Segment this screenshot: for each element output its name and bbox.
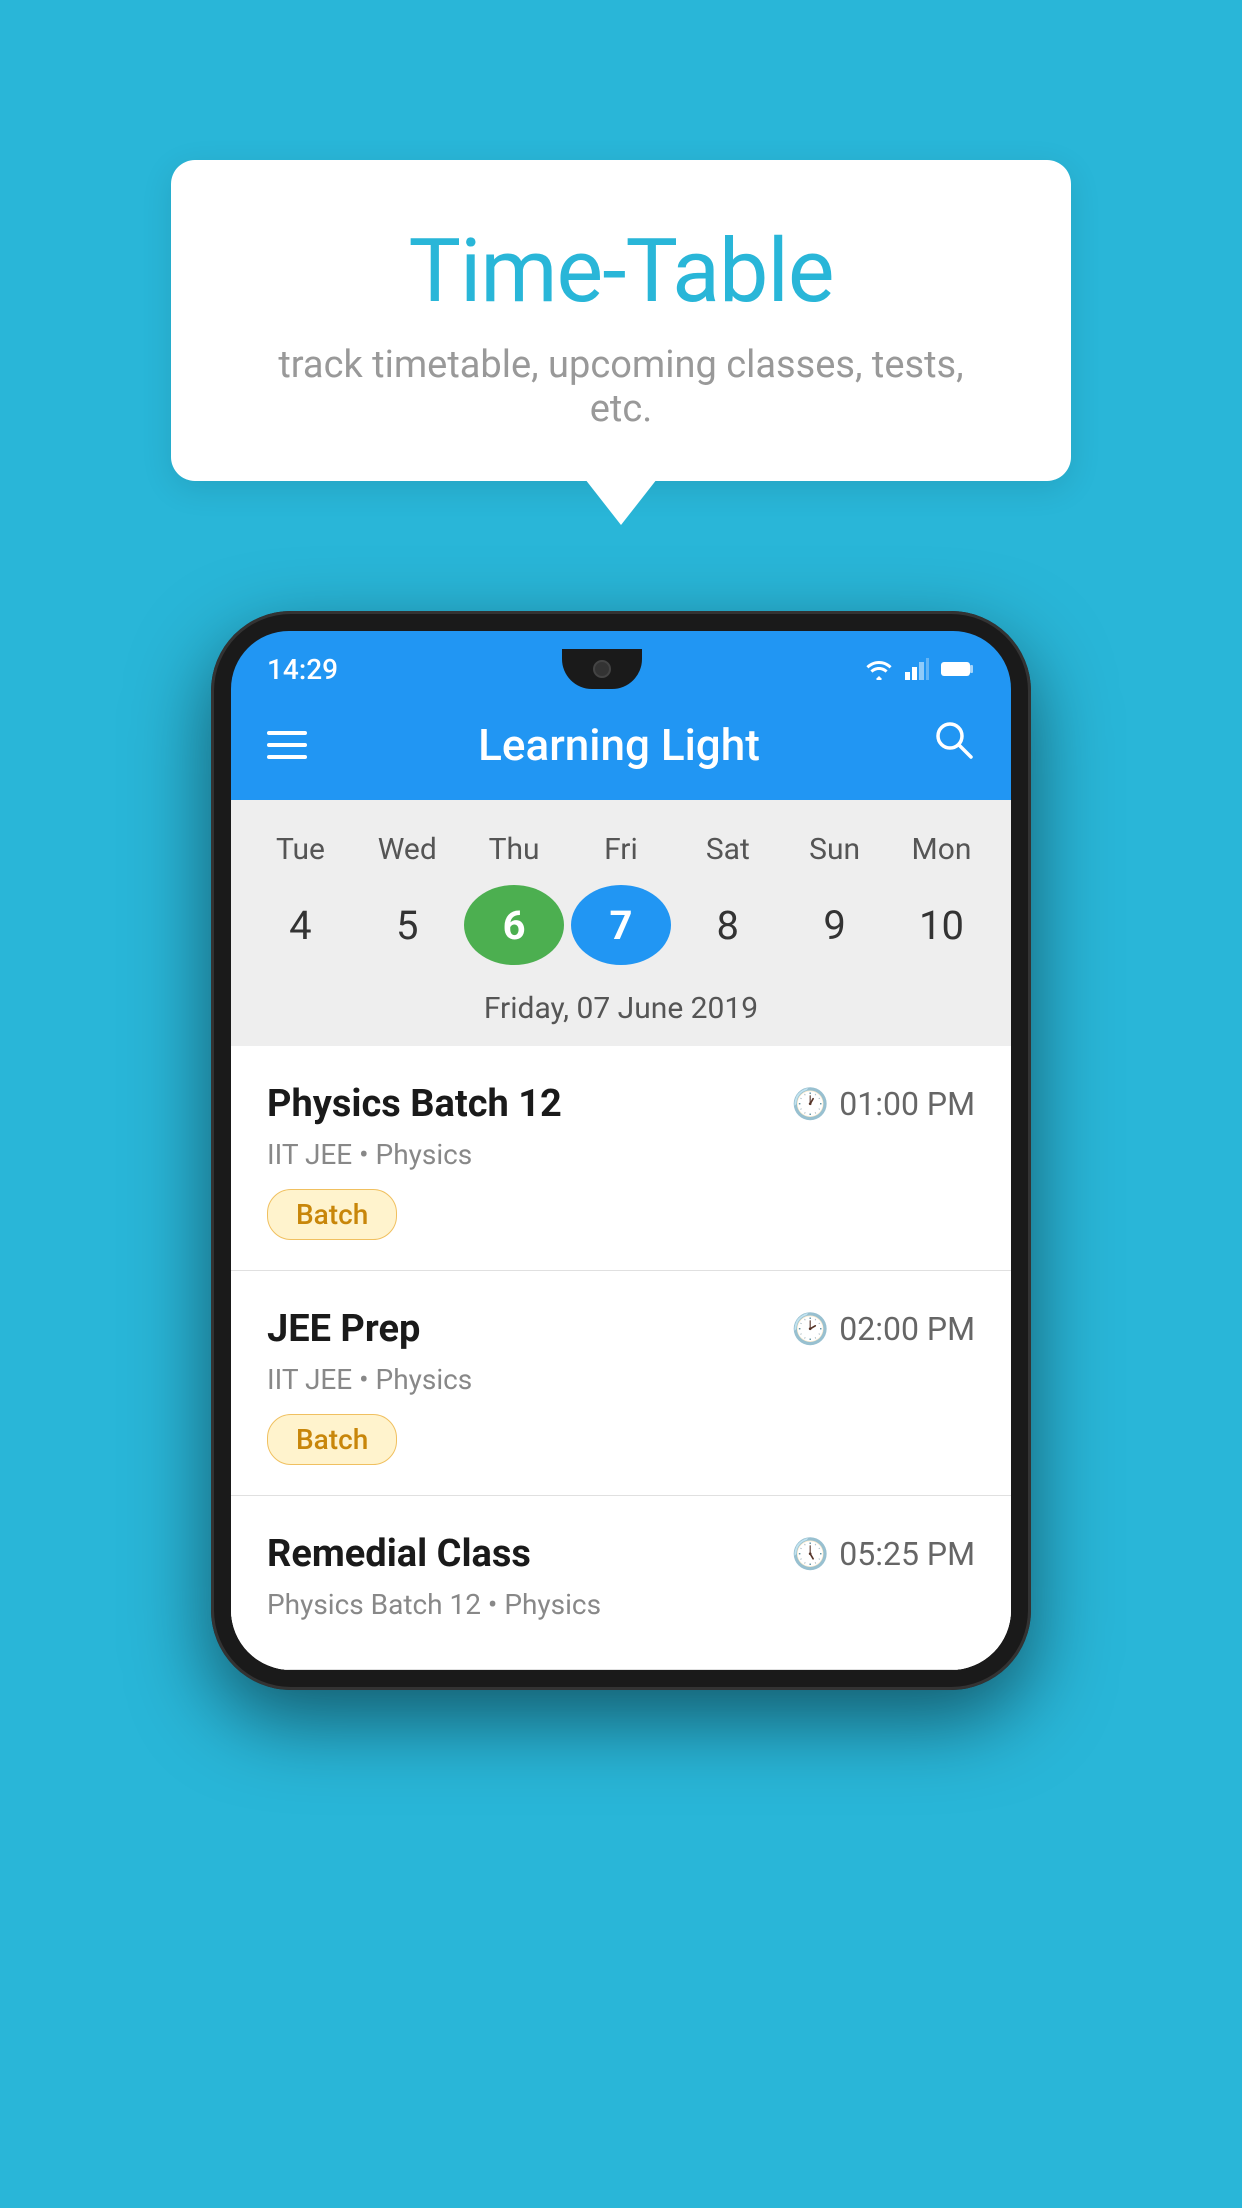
speech-bubble: Time-Table track timetable, upcoming cla…: [171, 160, 1071, 481]
class-title-1: Physics Batch 12: [267, 1082, 562, 1126]
classes-list: Physics Batch 12 🕐 01:00 PM IIT JEE • Ph…: [231, 1046, 1011, 1670]
day-name-fri: Fri: [571, 832, 671, 867]
battery-icon: [941, 660, 975, 678]
class-card-remedial[interactable]: Remedial Class 🕔 05:25 PM Physics Batch …: [231, 1496, 1011, 1670]
day-name-tue: Tue: [250, 832, 350, 867]
batch-badge-1: Batch: [267, 1189, 397, 1240]
class-time-1: 🕐 01:00 PM: [792, 1085, 975, 1123]
class-time-3: 🕔 05:25 PM: [792, 1535, 975, 1573]
day-name-mon: Mon: [891, 832, 991, 867]
app-screen: Learning Light Tue Wed Thu Fri Sat Sun: [231, 689, 1011, 1670]
phone-mockup: 14:29: [211, 611, 1031, 1690]
day-6-today[interactable]: 6: [464, 885, 564, 965]
class-card-header-2: JEE Prep 🕑 02:00 PM: [267, 1307, 975, 1351]
class-subtitle-3: Physics Batch 12 • Physics: [267, 1588, 975, 1621]
day-8[interactable]: 8: [678, 885, 778, 965]
class-title-3: Remedial Class: [267, 1532, 531, 1576]
wifi-icon: [865, 658, 893, 680]
day-7-selected[interactable]: 7: [571, 885, 671, 965]
day-name-thu: Thu: [464, 832, 564, 867]
phone-body: 14:29: [211, 611, 1031, 1690]
class-subtitle-2: IIT JEE • Physics: [267, 1363, 975, 1396]
status-bar: 14:29: [231, 631, 1011, 689]
day-name-sat: Sat: [678, 832, 778, 867]
day-4[interactable]: 4: [250, 885, 350, 965]
class-time-text-1: 01:00 PM: [839, 1085, 975, 1123]
app-bar: Learning Light: [231, 689, 1011, 800]
class-card-header-3: Remedial Class 🕔 05:25 PM: [267, 1532, 975, 1576]
camera: [593, 660, 611, 678]
app-bar-title: Learning Light: [478, 719, 760, 771]
day-name-wed: Wed: [357, 832, 457, 867]
day-9[interactable]: 9: [785, 885, 885, 965]
calendar-header: Tue Wed Thu Fri Sat Sun Mon 4 5 6 7 8 9 …: [231, 800, 1011, 1046]
clock-icon-3: 🕔: [792, 1537, 829, 1572]
day-5[interactable]: 5: [357, 885, 457, 965]
speech-bubble-section: Time-Table track timetable, upcoming cla…: [171, 160, 1071, 481]
clock-icon-1: 🕐: [792, 1087, 829, 1122]
class-card-jee-prep[interactable]: JEE Prep 🕑 02:00 PM IIT JEE • Physics Ba…: [231, 1271, 1011, 1496]
signal-icon: [905, 658, 929, 680]
day-names-row: Tue Wed Thu Fri Sat Sun Mon: [247, 824, 995, 875]
bubble-title: Time-Table: [251, 220, 991, 323]
day-numbers-row: 4 5 6 7 8 9 10: [247, 875, 995, 981]
class-time-text-2: 02:00 PM: [839, 1310, 975, 1348]
hamburger-icon[interactable]: [267, 731, 307, 759]
class-subtitle-1: IIT JEE • Physics: [267, 1138, 975, 1171]
bubble-subtitle: track timetable, upcoming classes, tests…: [251, 343, 991, 431]
selected-date-label: Friday, 07 June 2019: [247, 981, 995, 1046]
class-time-text-3: 05:25 PM: [839, 1535, 975, 1573]
class-card-header-1: Physics Batch 12 🕐 01:00 PM: [267, 1082, 975, 1126]
class-card-physics-batch-12[interactable]: Physics Batch 12 🕐 01:00 PM IIT JEE • Ph…: [231, 1046, 1011, 1271]
search-icon[interactable]: [931, 717, 975, 772]
class-time-2: 🕑 02:00 PM: [792, 1310, 975, 1348]
class-title-2: JEE Prep: [267, 1307, 420, 1351]
status-time: 14:29: [267, 653, 338, 686]
day-10[interactable]: 10: [891, 885, 991, 965]
status-icons: [865, 658, 975, 680]
batch-badge-2: Batch: [267, 1414, 397, 1465]
notch: [562, 649, 642, 689]
day-name-sun: Sun: [785, 832, 885, 867]
clock-icon-2: 🕑: [792, 1312, 829, 1347]
